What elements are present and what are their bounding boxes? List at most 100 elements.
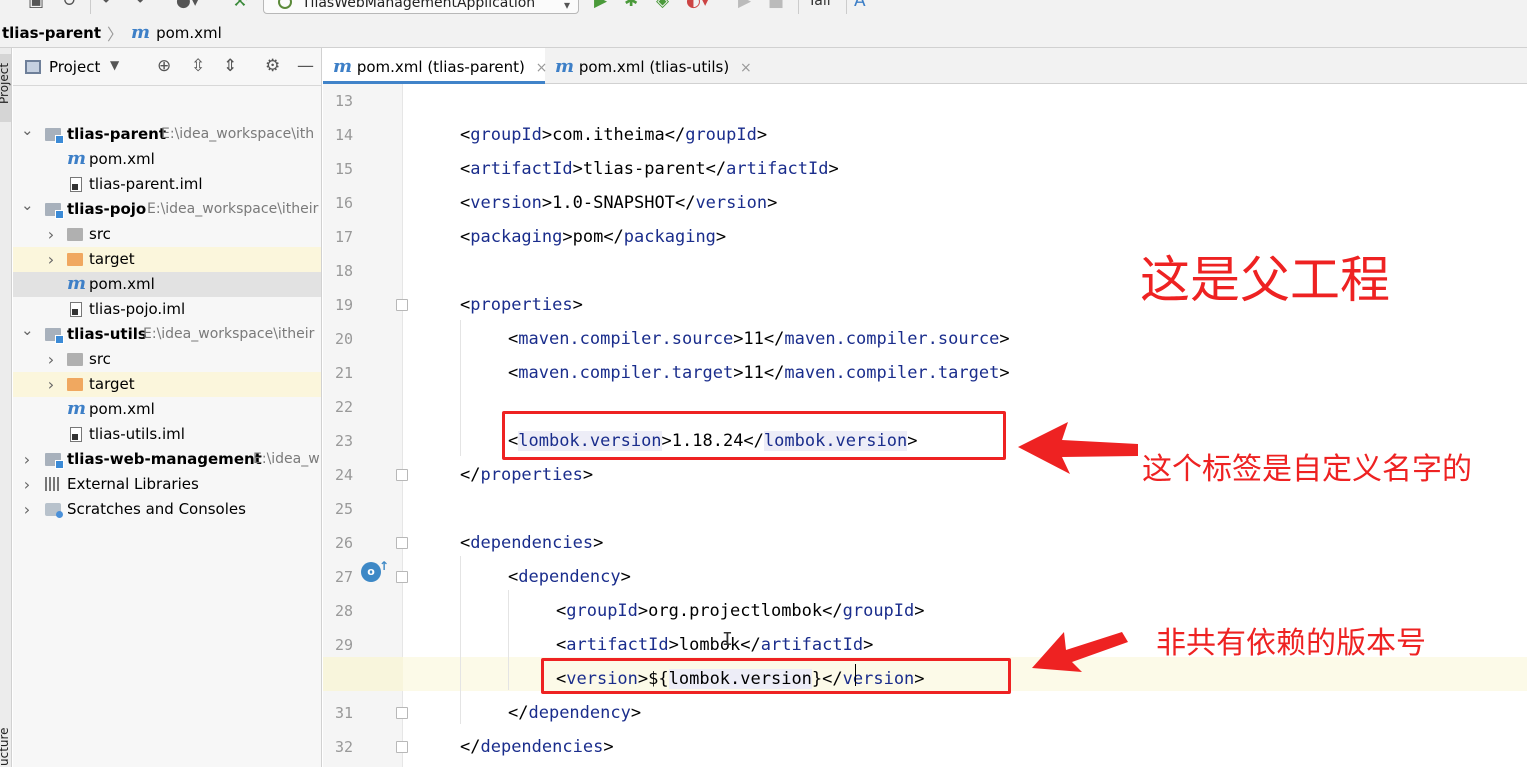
sync-icon[interactable]: ↻ — [62, 0, 76, 10]
annotation-custom-tag: 这个标签是自定义名字的 — [1142, 452, 1472, 487]
fold-marker-icon[interactable] — [396, 537, 408, 549]
profile-icon[interactable]: ◐▾ — [686, 0, 709, 10]
code-token: >tlias-parent</ — [572, 159, 727, 179]
gear-icon[interactable]: ⚙ — [265, 56, 280, 76]
back-icon[interactable]: ↶ — [102, 0, 116, 10]
fold-marker-icon[interactable] — [396, 299, 408, 311]
xml-tag-name: artifactId — [760, 635, 864, 655]
tree-item[interactable]: › target — [13, 372, 321, 397]
tree-item[interactable]: ⌄ tlias-parent E:\idea_workspace\ith — [13, 121, 321, 147]
tree-item[interactable]: tlias-parent.iml — [13, 172, 321, 197]
code-line: <groupId>org.projectlombok</groupId> — [556, 594, 925, 628]
code-line: </dependency> — [508, 696, 641, 730]
attach-icon[interactable]: ▶ — [738, 0, 751, 10]
line-number: 17 — [334, 228, 353, 246]
fold-marker-icon[interactable] — [396, 469, 408, 481]
tree-item[interactable]: ⌄ tlias-pojo E:\idea_workspace\itheir — [13, 196, 321, 222]
xml-tag-name: maven.compiler.target — [518, 363, 734, 383]
library-icon — [45, 477, 61, 491]
chevron-down-icon[interactable]: ▼ — [110, 58, 119, 72]
line-number: 24 — [334, 466, 353, 484]
tree-item[interactable]: › src — [13, 347, 321, 372]
toolbar-separator — [90, 0, 91, 14]
code-token: </ — [508, 703, 529, 723]
close-icon[interactable]: × — [530, 60, 548, 76]
tree-item-label: src — [89, 225, 111, 243]
run-icon[interactable]: ▶ — [594, 0, 607, 10]
module-icon — [45, 453, 64, 469]
fold-marker-icon[interactable] — [396, 741, 408, 753]
code-line: <properties> — [460, 288, 583, 322]
breadcrumb-project[interactable]: tlias-parent — [0, 24, 101, 42]
xml-tag-name: maven.compiler.source — [784, 329, 1000, 349]
chevron-right-icon[interactable]: › — [45, 347, 57, 372]
override-gutter-icon[interactable]: o — [361, 556, 389, 582]
tree-item-label: tlias-parent — [67, 125, 167, 143]
iml-file-icon — [70, 177, 82, 192]
stop-icon[interactable]: ■ — [768, 0, 784, 10]
chevron-right-icon[interactable]: › — [21, 472, 33, 497]
chevron-right-icon[interactable]: › — [21, 447, 33, 472]
xml-tag-name: dependencies — [470, 533, 594, 553]
coverage-icon[interactable]: ◈ — [656, 0, 669, 10]
structure-tool-tab[interactable]: ucture — [0, 727, 11, 766]
xml-tag-name: artifactId — [470, 159, 573, 179]
code-line: <maven.compiler.source>11</maven.compile… — [508, 322, 1010, 356]
spring-icon — [278, 0, 292, 9]
locate-icon[interactable]: ⊕ — [157, 56, 171, 76]
tree-item[interactable]: › tlias-web-management E:\idea_w — [13, 447, 321, 472]
maven-file-icon: m — [333, 56, 353, 77]
code-line: <dependencies> — [460, 526, 603, 560]
chevron-right-icon[interactable]: › — [45, 247, 57, 272]
tree-item[interactable]: tlias-pojo.iml — [13, 297, 321, 322]
project-tool-tab[interactable]: Project — [0, 63, 11, 104]
tree-item[interactable]: › External Libraries — [13, 472, 321, 497]
hammer-icon[interactable]: ⚒ — [232, 0, 247, 10]
user-icon[interactable]: ●▾ — [176, 0, 199, 10]
line-number: 16 — [334, 194, 353, 212]
xml-tag-name: version — [695, 193, 768, 213]
chevron-right-icon[interactable]: › — [45, 222, 57, 247]
folder-icon — [67, 378, 83, 391]
chevron-right-icon[interactable]: › — [21, 497, 33, 522]
collapse-all-icon[interactable]: ⇕ — [223, 56, 237, 76]
xml-tag-name: dependencies — [480, 737, 604, 757]
breadcrumb-file[interactable]: pom.xml — [150, 24, 222, 42]
project-view-select[interactable]: Project — [49, 58, 100, 76]
xml-tag-name: artifactId — [566, 635, 669, 655]
tab-pom-parent[interactable]: m pom.xml (tlias-parent) × — [323, 48, 548, 84]
run-configuration-select[interactable]: TliasWebManagementApplication ▾ — [263, 0, 579, 14]
xml-tag-name: groupId — [470, 125, 542, 145]
tree-item[interactable]: › target — [13, 247, 321, 272]
tree-item[interactable]: › src — [13, 222, 321, 247]
code-token: < — [460, 533, 471, 553]
chevron-down-icon[interactable]: ⌄ — [21, 118, 34, 143]
tree-item[interactable]: m pom.xml — [13, 272, 321, 297]
save-icon[interactable]: ▣ — [28, 0, 44, 10]
toolbar-tail-text[interactable]: Tail — [808, 0, 831, 10]
tree-item-label: tlias-pojo.iml — [89, 300, 186, 318]
tree-item[interactable]: m pom.xml — [13, 147, 321, 172]
tree-item-label: tlias-web-management — [67, 450, 262, 468]
code-token: > — [620, 567, 631, 587]
tree-item[interactable]: › Scratches and Consoles — [13, 497, 321, 522]
fold-marker-icon[interactable] — [396, 571, 408, 583]
code-token: >11</ — [733, 363, 785, 383]
debug-icon[interactable]: ✱ — [624, 0, 638, 10]
annotation-box-lombok-version — [502, 411, 1006, 460]
tree-item[interactable]: tlias-utils.iml — [13, 422, 321, 447]
tree-item[interactable]: ⌄ tlias-utils E:\idea_workspace\itheir — [13, 321, 321, 347]
translate-icon[interactable]: A — [854, 0, 866, 10]
close-icon[interactable]: × — [734, 60, 752, 76]
chevron-down-icon[interactable]: ⌄ — [21, 193, 34, 218]
left-tool-strip — [0, 48, 12, 767]
fold-marker-icon[interactable] — [396, 707, 408, 719]
forward-icon[interactable]: ↷ — [130, 0, 144, 10]
hide-icon[interactable]: — — [297, 56, 314, 76]
expand-all-icon[interactable]: ⇳ — [191, 56, 205, 76]
maven-file-icon: m — [67, 398, 87, 419]
tab-pom-utils[interactable]: m pom.xml (tlias-utils) × — [555, 48, 765, 84]
chevron-down-icon[interactable]: ⌄ — [21, 318, 34, 343]
chevron-right-icon[interactable]: › — [45, 372, 57, 397]
tree-item[interactable]: m pom.xml — [13, 397, 321, 422]
